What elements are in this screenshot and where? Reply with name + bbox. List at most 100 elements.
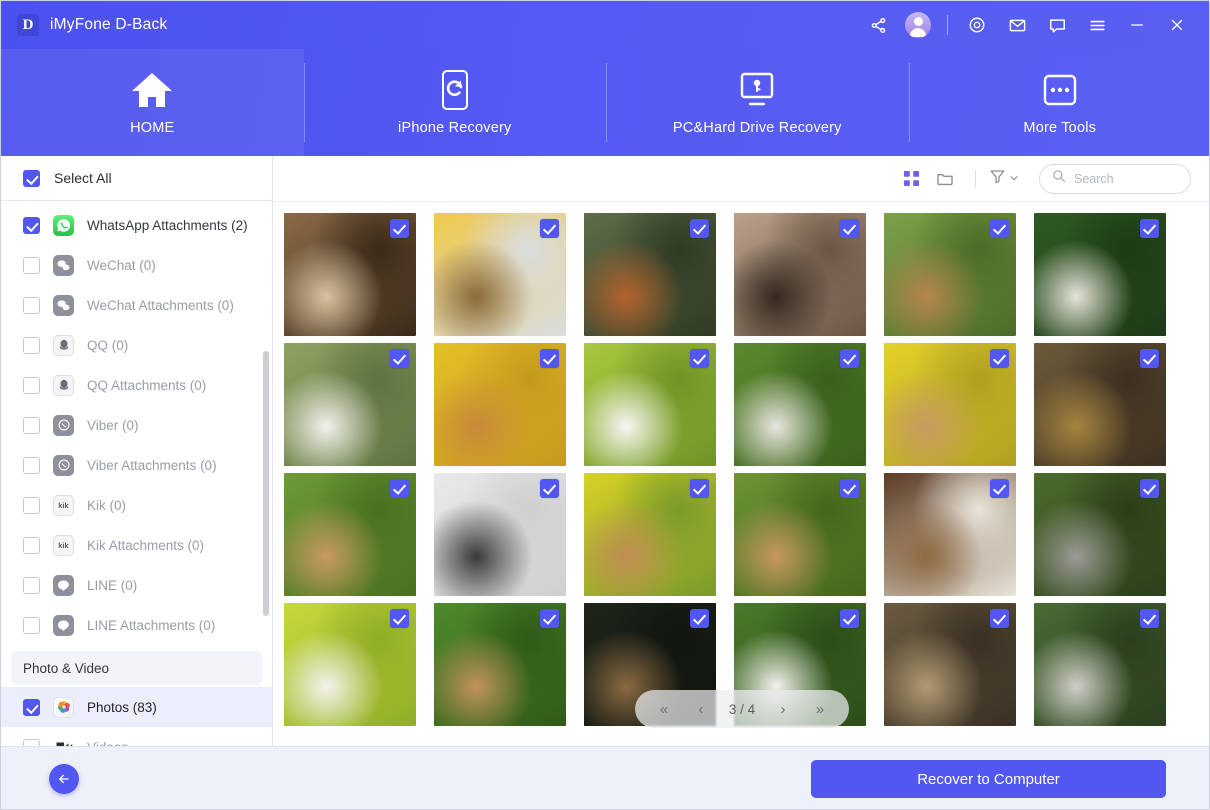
grid-view-icon[interactable]	[894, 163, 928, 195]
photo-checkbox[interactable]	[690, 349, 709, 368]
photo-thumbnail[interactable]	[1034, 213, 1166, 338]
photo-checkbox[interactable]	[690, 479, 709, 498]
photo-thumbnail[interactable]	[584, 473, 716, 598]
search-box[interactable]	[1039, 164, 1191, 194]
photo-thumbnail[interactable]	[434, 603, 566, 728]
pagination-first-button[interactable]: «	[651, 696, 677, 722]
sidebar-item-viber-attachments[interactable]: Viber Attachments (0)	[1, 445, 272, 485]
photo-checkbox[interactable]	[540, 219, 559, 238]
photo-thumbnail[interactable]	[434, 213, 566, 338]
photo-thumbnail[interactable]	[884, 473, 1016, 598]
photo-checkbox[interactable]	[840, 479, 859, 498]
sidebar-item-kik-attachments[interactable]: kik Kik Attachments (0)	[1, 525, 272, 565]
sidebar-checkbox[interactable]	[23, 377, 40, 394]
photo-thumbnail[interactable]	[1034, 473, 1166, 598]
photo-checkbox[interactable]	[390, 349, 409, 368]
photo-checkbox[interactable]	[390, 479, 409, 498]
home-icon	[130, 69, 174, 111]
search-input[interactable]	[1074, 172, 1170, 186]
sidebar-scrollbar-track[interactable]	[263, 201, 269, 746]
sidebar-checkbox[interactable]	[23, 217, 40, 234]
sidebar-item-wechat[interactable]: WeChat (0)	[1, 245, 272, 285]
sidebar-scrollbar-thumb[interactable]	[263, 351, 269, 616]
photo-thumbnail[interactable]	[734, 343, 866, 468]
mail-icon[interactable]	[997, 7, 1037, 43]
filter-control[interactable]	[989, 168, 1019, 190]
photo-thumbnail[interactable]	[284, 343, 416, 468]
sidebar-item-line-attachments[interactable]: LINE Attachments (0)	[1, 605, 272, 645]
photo-checkbox[interactable]	[990, 219, 1009, 238]
select-all-checkbox[interactable]	[23, 170, 40, 187]
photo-checkbox[interactable]	[690, 219, 709, 238]
photo-checkbox[interactable]	[540, 609, 559, 628]
sidebar-item-kik[interactable]: kik Kik (0)	[1, 485, 272, 525]
photo-thumbnail[interactable]	[734, 213, 866, 338]
share-icon[interactable]	[858, 7, 898, 43]
photo-checkbox[interactable]	[540, 349, 559, 368]
photo-thumbnail[interactable]	[584, 213, 716, 338]
sidebar-checkbox[interactable]	[23, 417, 40, 434]
sidebar-checkbox[interactable]	[23, 297, 40, 314]
sidebar-item-qq-attachments[interactable]: QQ Attachments (0)	[1, 365, 272, 405]
photo-checkbox[interactable]	[1140, 349, 1159, 368]
photo-checkbox[interactable]	[690, 609, 709, 628]
photo-thumbnail[interactable]	[884, 603, 1016, 728]
back-button[interactable]	[49, 764, 79, 794]
photo-thumbnail[interactable]	[884, 213, 1016, 338]
photo-thumbnail[interactable]	[434, 343, 566, 468]
photo-checkbox[interactable]	[840, 349, 859, 368]
photo-thumbnail[interactable]	[884, 343, 1016, 468]
recover-to-computer-button[interactable]: Recover to Computer	[811, 760, 1166, 798]
photo-thumbnail[interactable]	[284, 603, 416, 728]
photo-checkbox[interactable]	[1140, 219, 1159, 238]
sidebar-checkbox[interactable]	[23, 497, 40, 514]
photo-checkbox[interactable]	[1140, 609, 1159, 628]
sidebar-checkbox[interactable]	[23, 257, 40, 274]
account-avatar[interactable]	[898, 7, 938, 43]
nav-tab-more-tools[interactable]: More Tools	[909, 49, 1210, 156]
photo-checkbox[interactable]	[990, 479, 1009, 498]
pagination-next-button[interactable]: ›	[770, 696, 796, 722]
pagination-prev-button[interactable]: ‹	[688, 696, 714, 722]
sidebar-checkbox[interactable]	[23, 337, 40, 354]
menu-icon[interactable]	[1077, 7, 1117, 43]
sidebar-checkbox[interactable]	[23, 457, 40, 474]
sidebar-item-wechat-attachments[interactable]: WeChat Attachments (0)	[1, 285, 272, 325]
sidebar-item-photos[interactable]: Photos (83)	[1, 687, 272, 727]
photo-checkbox[interactable]	[840, 609, 859, 628]
photo-thumbnail[interactable]	[734, 473, 866, 598]
close-icon[interactable]	[1157, 7, 1197, 43]
nav-tab-iphone-recovery[interactable]: iPhone Recovery	[304, 49, 607, 156]
photo-checkbox[interactable]	[990, 609, 1009, 628]
sidebar-checkbox[interactable]	[23, 617, 40, 634]
target-icon[interactable]	[957, 7, 997, 43]
photo-checkbox[interactable]	[540, 479, 559, 498]
nav-tab-home[interactable]: HOME	[1, 49, 304, 156]
sidebar-item-videos[interactable]: Videos	[1, 727, 272, 746]
minimize-icon[interactable]	[1117, 7, 1157, 43]
sidebar-checkbox[interactable]	[23, 577, 40, 594]
photo-checkbox[interactable]	[990, 349, 1009, 368]
folder-view-icon[interactable]	[928, 163, 962, 195]
sidebar-checkbox[interactable]	[23, 739, 40, 747]
photo-checkbox[interactable]	[1140, 479, 1159, 498]
photo-thumbnail[interactable]	[584, 343, 716, 468]
photo-checkbox[interactable]	[390, 609, 409, 628]
photo-thumbnail[interactable]	[284, 213, 416, 338]
sidebar-checkbox[interactable]	[23, 699, 40, 716]
chat-icon[interactable]	[1037, 7, 1077, 43]
select-all-row[interactable]: Select All	[1, 156, 272, 201]
sidebar-item-line[interactable]: LINE (0)	[1, 565, 272, 605]
photo-thumbnail[interactable]	[434, 473, 566, 598]
photo-checkbox[interactable]	[840, 219, 859, 238]
sidebar-item-viber[interactable]: Viber (0)	[1, 405, 272, 445]
photo-thumbnail[interactable]	[284, 473, 416, 598]
sidebar-checkbox[interactable]	[23, 537, 40, 554]
photo-thumbnail[interactable]	[1034, 343, 1166, 468]
sidebar-item-whatsapp-attachments[interactable]: WhatsApp Attachments (2)	[1, 205, 272, 245]
pagination-last-button[interactable]: »	[807, 696, 833, 722]
photo-thumbnail[interactable]	[1034, 603, 1166, 728]
photo-checkbox[interactable]	[390, 219, 409, 238]
nav-tab-pc-hard-drive-recovery[interactable]: PC&Hard Drive Recovery	[606, 49, 909, 156]
sidebar-item-qq[interactable]: QQ (0)	[1, 325, 272, 365]
